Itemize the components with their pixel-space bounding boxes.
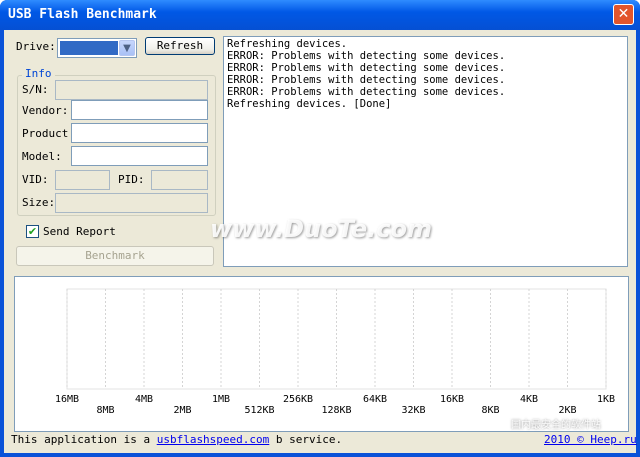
x-tick-label: 4KB — [520, 394, 538, 405]
pid-label: PID: — [118, 173, 145, 186]
x-tick-label: 64KB — [363, 394, 387, 405]
model-field[interactable] — [71, 146, 208, 166]
sn-field — [55, 80, 208, 100]
pid-field — [151, 170, 208, 190]
log-line: ERROR: Problems with detecting some devi… — [227, 62, 506, 74]
duote-watermark: www.DuoTe.com — [210, 215, 432, 243]
x-tick-label: 128KB — [321, 405, 351, 416]
refresh-button[interactable]: Refresh — [145, 37, 215, 55]
x-tick-label: 2MB — [173, 405, 191, 416]
drive-selection-highlight — [60, 41, 118, 55]
chevron-down-icon[interactable]: ▼ — [119, 40, 135, 56]
x-tick-label: 1KB — [597, 394, 615, 405]
footer-suffix: b service. — [269, 433, 343, 446]
x-tick-label: 512KB — [244, 405, 274, 416]
x-tick-label: 8MB — [96, 405, 114, 416]
size-field — [55, 193, 208, 213]
client-area: Drive: ▼ Refresh Info S/N: Vendor: Produ… — [4, 30, 637, 453]
drive-select[interactable]: ▼ — [57, 38, 137, 58]
model-label: Model: — [22, 150, 62, 163]
x-tick-label: 16KB — [440, 394, 464, 405]
title-bar[interactable]: USB Flash Benchmark ✕ — [0, 0, 640, 30]
product-label: Product: — [22, 127, 75, 140]
x-tick-label: 8KB — [481, 405, 499, 416]
x-tick-label: 1MB — [212, 394, 230, 405]
vid-field — [55, 170, 110, 190]
x-tick-label: 2KB — [558, 405, 576, 416]
benchmark-button[interactable]: Benchmark — [16, 246, 214, 266]
log-line: Refreshing devices. [Done] — [227, 98, 392, 110]
send-report-label[interactable]: Send Report — [43, 225, 116, 239]
app-window: USB Flash Benchmark ✕ Drive: ▼ Refresh I… — [0, 0, 640, 457]
vendor-label: Vendor: — [22, 104, 69, 117]
x-tick-label: 16MB — [55, 394, 79, 405]
chart-canvas: 16MB 8MB 4MB 2MB 1MB 512KB 256KB 128KB 64KB 32KB 1… — [55, 288, 615, 416]
info-group-title: Info — [22, 67, 55, 81]
footer-text: This application is a usbflashspeed.com … — [11, 433, 342, 447]
vendor-field[interactable] — [71, 100, 208, 120]
checkmark-icon: ✔ — [27, 225, 38, 238]
credit-link[interactable]: 2010 © Heep.ru — [544, 433, 637, 447]
sn-label: S/N: — [22, 83, 49, 96]
log-line: Refreshing devices. — [227, 38, 348, 50]
usbflashspeed-link[interactable]: usbflashspeed.com — [157, 433, 270, 446]
close-icon: ✕ — [617, 6, 630, 22]
corner-watermark: 国内最安全的软件站 — [511, 420, 601, 431]
x-tick-label: 32KB — [401, 405, 425, 416]
x-tick-label: 4MB — [135, 394, 153, 405]
drive-label: Drive: — [16, 40, 56, 53]
log-line: ERROR: Problems with detecting some devi… — [227, 86, 506, 98]
close-button[interactable]: ✕ — [613, 4, 634, 25]
log-line: ERROR: Problems with detecting some devi… — [227, 50, 506, 62]
x-tick-label: 256KB — [283, 394, 313, 405]
send-report-checkbox[interactable]: ✔ — [26, 225, 39, 238]
benchmark-chart: 16MB 8MB 4MB 2MB 1MB 512KB 256KB 128KB 64KB 32KB 1… — [14, 276, 629, 432]
window-title: USB Flash Benchmark — [8, 7, 157, 22]
size-label: Size: — [22, 196, 56, 209]
product-field[interactable] — [71, 123, 208, 143]
log-line: ERROR: Problems with detecting some devi… — [227, 74, 506, 86]
vid-label: VID: — [22, 173, 49, 186]
footer-prefix: This application is a — [11, 433, 157, 446]
